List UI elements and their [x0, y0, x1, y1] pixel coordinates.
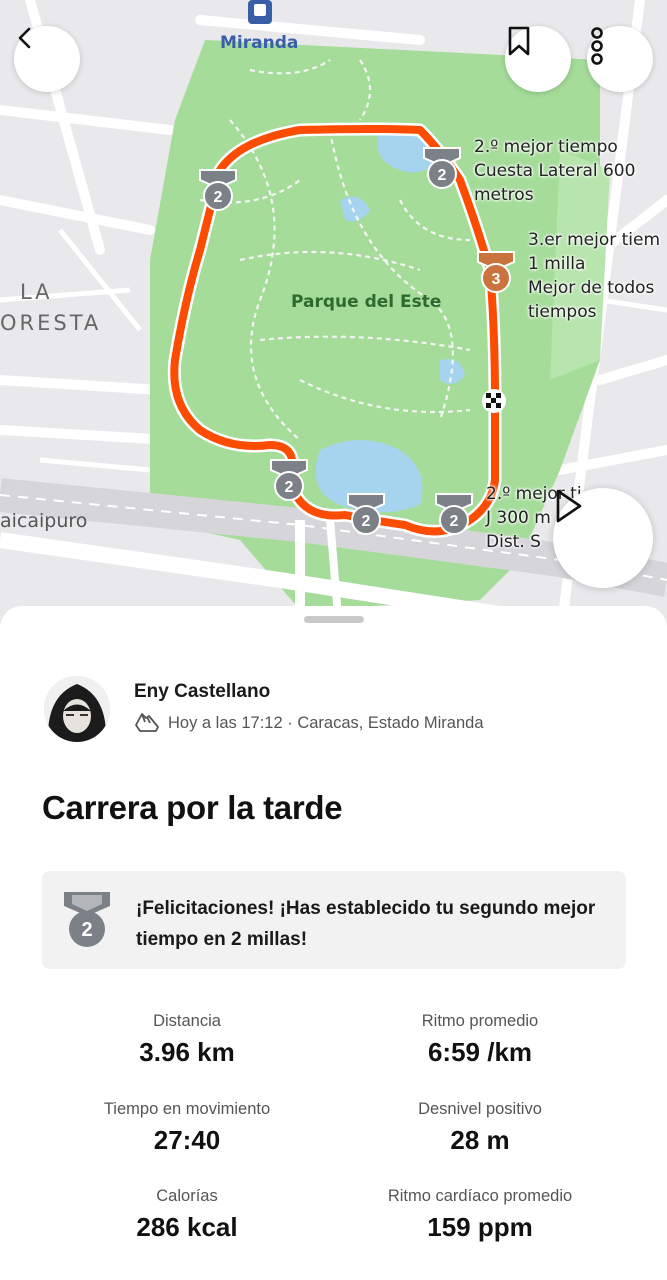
- stat-avg-heart-rate: Ritmo cardíaco promedio 159 ppm: [330, 1187, 630, 1243]
- drag-handle[interactable]: [304, 616, 364, 623]
- stat-value: 6:59 /km: [427, 1037, 533, 1067]
- medal-2-icon[interactable]: 2: [432, 492, 476, 538]
- neighborhood-label: LA: [20, 280, 53, 304]
- medal-2-icon: 2: [64, 892, 110, 947]
- stat-value: 3.96 km: [139, 1037, 235, 1067]
- stat-label: Tiempo en movimiento: [103, 1100, 271, 1118]
- stat-value: 28 m: [450, 1125, 510, 1155]
- activity-time-location: Hoy a las 17:12 · Caracas, Estado Mirand…: [168, 713, 484, 732]
- avatar-image: [44, 676, 110, 742]
- stat-value: 27:40: [153, 1125, 221, 1155]
- stat-calories: Calorías 286 kcal: [37, 1187, 337, 1243]
- stat-value: 286 kcal: [136, 1212, 238, 1242]
- metro-station-label: Miranda: [220, 33, 299, 53]
- more-button[interactable]: [587, 26, 653, 92]
- achievement-banner[interactable]: 2 ¡Felicitaciones! ¡Has establecido tu s…: [42, 871, 626, 969]
- activity-meta: Hoy a las 17:12 · Caracas, Estado Mirand…: [134, 712, 484, 734]
- stat-elevation-gain: Desnivel positivo 28 m: [330, 1100, 630, 1156]
- stat-value: 159 ppm: [427, 1212, 533, 1242]
- stat-label: Ritmo promedio: [421, 1012, 539, 1030]
- segment-label[interactable]: 3.er mejor tiem 1 milla Mejor de todos t…: [528, 228, 660, 324]
- svg-text:2: 2: [450, 513, 459, 530]
- back-icon: [18, 27, 31, 49]
- stat-avg-pace: Ritmo promedio 6:59 /km: [330, 1012, 630, 1068]
- medal-2-icon[interactable]: 2: [344, 492, 388, 538]
- medal-2-icon[interactable]: 2: [267, 458, 311, 504]
- avatar[interactable]: [44, 676, 110, 742]
- svg-text:2: 2: [362, 513, 371, 530]
- stat-distance: Distancia 3.96 km: [37, 1012, 337, 1068]
- more-vertical-icon: [591, 27, 603, 65]
- svg-text:2: 2: [438, 167, 447, 184]
- activity-title: Carrera por la tarde: [42, 789, 343, 826]
- play-icon: [556, 489, 582, 523]
- svg-text:2: 2: [285, 479, 294, 496]
- stat-label: Desnivel positivo: [418, 1100, 542, 1118]
- medal-3-icon[interactable]: 3: [474, 250, 518, 296]
- save-button[interactable]: [505, 26, 571, 92]
- athlete-name[interactable]: Eny Castellano: [134, 681, 270, 703]
- svg-text:2: 2: [81, 919, 92, 941]
- back-button[interactable]: [14, 26, 80, 92]
- stat-label: Ritmo cardíaco promedio: [387, 1187, 573, 1205]
- street-label: aicaipuro: [0, 510, 88, 532]
- stat-label: Distancia: [153, 1012, 221, 1030]
- bookmark-icon: [508, 26, 530, 56]
- medal-2-icon[interactable]: 2: [196, 168, 240, 214]
- activity-sheet: Eny Castellano Hoy a las 17:12 · Caracas…: [0, 606, 667, 1280]
- running-shoe-icon: [135, 713, 159, 732]
- stat-label: Calorías: [156, 1187, 218, 1205]
- segment-label[interactable]: 2.º mejor tiempo Cuesta Lateral 600 metr…: [474, 135, 635, 207]
- park-label: Parque del Este: [291, 292, 442, 312]
- achievement-text: ¡Felicitaciones! ¡Has establecido tu seg…: [136, 898, 596, 950]
- svg-text:2: 2: [214, 189, 223, 206]
- neighborhood-label: ORESTA: [0, 311, 102, 335]
- route-map[interactable]: 2 2 3 2 2 2 Miranda LA ORESTA Parque del…: [0, 0, 667, 640]
- stat-moving-time: Tiempo en movimiento 27:40: [37, 1100, 337, 1156]
- svg-text:3: 3: [492, 271, 501, 288]
- play-flyover-button[interactable]: [553, 488, 653, 588]
- medal-2-icon[interactable]: 2: [420, 146, 464, 192]
